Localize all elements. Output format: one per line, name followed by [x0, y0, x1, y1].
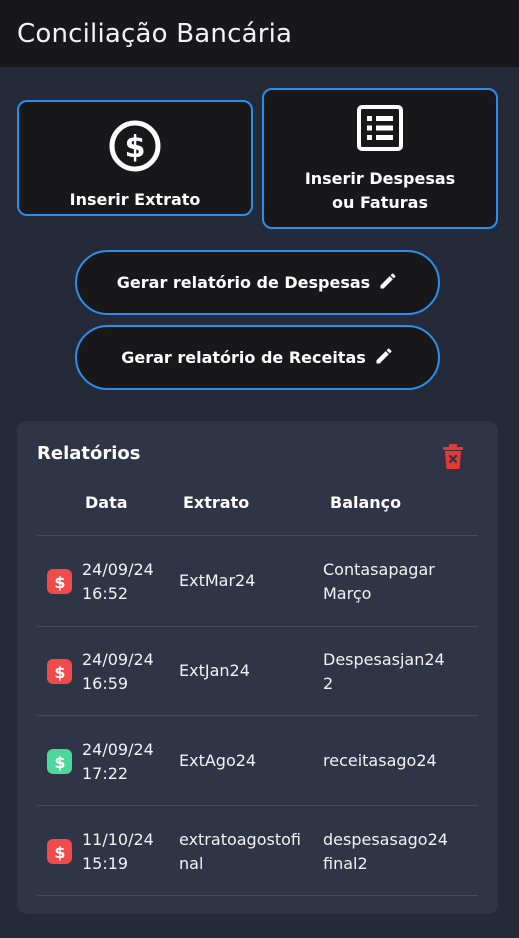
app-header: Conciliação Bancária	[0, 0, 519, 67]
row-balanco: Despesasjan24 2	[323, 650, 445, 693]
dollar-icon: $	[47, 569, 72, 594]
generate-expense-report-button[interactable]: Gerar relatório de Despesas	[75, 250, 440, 315]
trash-icon[interactable]	[442, 443, 464, 469]
page-title: Conciliação Bancária	[17, 18, 293, 49]
row-date: 24/09/24 16:52	[82, 560, 154, 603]
list-document-icon	[355, 103, 405, 157]
table-row[interactable]: $ 24/09/24 17:22 ExtAgo24 receitasago24	[37, 716, 478, 806]
row-date: 24/09/24 16:59	[82, 650, 154, 693]
pencil-icon	[378, 271, 398, 295]
svg-text:$: $	[54, 663, 65, 681]
insert-extrato-label: Inserir Extrato	[69, 190, 201, 209]
row-balanco: despesasago24 final2	[323, 830, 448, 873]
generate-income-report-button[interactable]: Gerar relatório de Receitas	[75, 325, 440, 390]
reports-title: Relatórios	[37, 443, 141, 464]
row-date: 24/09/24 17:22	[82, 740, 154, 783]
table-row[interactable]: $ 24/09/24 16:59 ExtJan24 Despesasjan24 …	[37, 626, 478, 716]
svg-text:$: $	[125, 130, 146, 165]
generate-expense-report-label: Gerar relatório de Despesas	[116, 273, 371, 292]
row-date: 11/10/24 15:19	[82, 830, 154, 873]
pencil-icon	[374, 346, 394, 370]
dollar-icon: $	[47, 839, 72, 864]
dollar-icon: $	[47, 749, 72, 774]
column-header-extrato: Extrato	[183, 493, 250, 512]
row-balanco: receitasago24	[323, 751, 437, 770]
generate-income-report-label: Gerar relatório de Receitas	[121, 348, 366, 367]
divider	[37, 895, 478, 896]
reports-panel: Relatórios Data Extrato Balanço $ 24/09/…	[17, 421, 498, 914]
svg-text:$: $	[54, 843, 65, 861]
insert-despesas-label: Inserir Despesas ou Faturas	[304, 168, 456, 212]
insert-extrato-button[interactable]: $ Inserir Extrato	[17, 100, 253, 216]
row-extrato: ExtAgo24	[179, 751, 257, 770]
row-extrato: ExtMar24	[179, 571, 256, 590]
svg-text:$: $	[54, 573, 65, 591]
table-row[interactable]: $ 24/09/24 16:52 ExtMar24 Contasapagar M…	[37, 536, 478, 626]
dollar-circle-icon: $	[107, 118, 163, 178]
svg-text:$: $	[54, 753, 65, 771]
row-extrato: ExtJan24	[179, 661, 250, 680]
row-balanco: Contasapagar Março	[323, 560, 435, 603]
row-extrato: extratoagostofi nal	[179, 830, 301, 873]
dollar-icon: $	[47, 659, 72, 684]
table-row[interactable]: $ 11/10/24 15:19 extratoagostofi nal des…	[37, 806, 478, 896]
column-header-balanco: Balanço	[330, 493, 402, 512]
insert-despesas-button[interactable]: Inserir Despesas ou Faturas	[262, 88, 498, 229]
column-header-data: Data	[85, 493, 128, 512]
